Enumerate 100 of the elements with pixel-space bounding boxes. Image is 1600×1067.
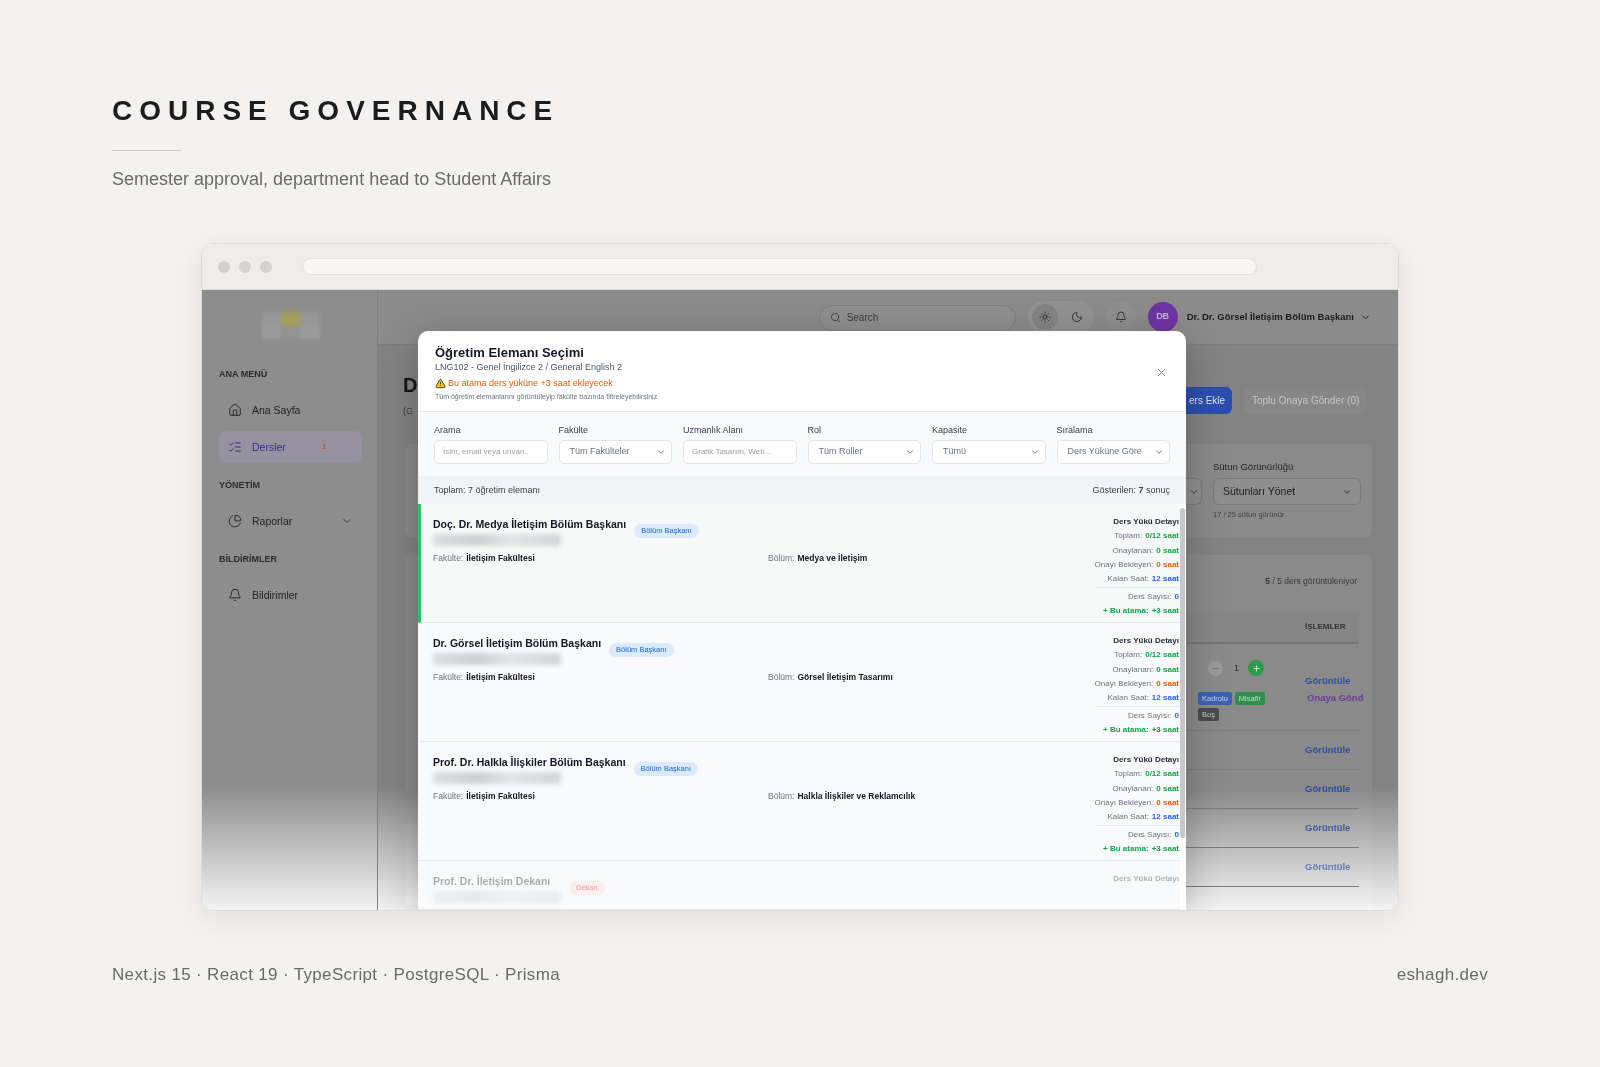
instructor-name: Doç. Dr. Medya İletişim Bölüm Başkanı bbox=[433, 516, 627, 531]
load-value: 0 bbox=[1174, 591, 1179, 602]
instructor-name: Prof. Dr. Halkla İlişkiler Bölüm Başkanı bbox=[433, 754, 626, 769]
load-label: Onaylanan: bbox=[1112, 783, 1154, 794]
search-field[interactable]: Search bbox=[818, 304, 1016, 331]
load-value: 0/12 saat bbox=[1145, 649, 1179, 660]
detail-value: İletişim Fakültesi bbox=[466, 670, 535, 683]
load-label: Toplam: bbox=[1114, 768, 1143, 779]
shown-count: Gösterilen: 7 sonuç bbox=[1092, 483, 1170, 496]
page-heading: D bbox=[403, 373, 418, 398]
filter-label: Arama bbox=[434, 423, 462, 436]
dropdown[interactable]: Tüm Fakülteler bbox=[558, 439, 672, 464]
load-value: 0 saat bbox=[1156, 664, 1179, 675]
warning-text: Bu atama ders yüküne +3 saat ekleyecek bbox=[448, 377, 613, 389]
load-value: 0/12 saat bbox=[1145, 530, 1179, 541]
load-value: +3 saat bbox=[1151, 605, 1179, 616]
load-value: 0 bbox=[1174, 710, 1179, 721]
load-title: Ders Yükü Detayı bbox=[1113, 754, 1179, 765]
load-value: 0 saat bbox=[1156, 783, 1179, 794]
pie-chart-icon bbox=[228, 513, 242, 528]
blurred-logo bbox=[261, 312, 320, 339]
moon-icon bbox=[1070, 311, 1083, 323]
dropdown[interactable] bbox=[1186, 478, 1202, 505]
detail-label: Bölüm: bbox=[768, 789, 795, 802]
user-avatar: DB bbox=[1147, 302, 1178, 332]
detail-value: İletişim Fakültesi bbox=[466, 789, 535, 802]
detail-label: Bölüm: bbox=[768, 670, 795, 683]
filter-label: Rol bbox=[807, 423, 822, 436]
load-label: Kalan Saat: bbox=[1107, 811, 1149, 822]
instructor-row[interactable] bbox=[418, 622, 1180, 742]
load-label: Kalan Saat: bbox=[1107, 692, 1149, 703]
dropdown[interactable]: Tüm Roller bbox=[807, 439, 921, 464]
sidebar-item[interactable]: Raporlar bbox=[219, 505, 362, 536]
dropdown[interactable]: Tümü bbox=[932, 439, 1046, 464]
load-label: Onaylanan: bbox=[1112, 545, 1154, 556]
increment-button[interactable] bbox=[1248, 660, 1264, 676]
load-title: Ders Yükü Detayı bbox=[1113, 516, 1179, 527]
result-count: 5 / 5 ders görüntüleniyor bbox=[1265, 575, 1357, 587]
load-value: +3 saat bbox=[1151, 843, 1179, 854]
detail-label: Fakülte: bbox=[433, 670, 464, 683]
load-label: Ders Sayısı: bbox=[1127, 710, 1172, 721]
load-label: Onaylanan: bbox=[1112, 664, 1154, 675]
page-title: COURSE GOVERNANCE bbox=[112, 97, 560, 125]
dropdown[interactable]: Sütunları Yönet bbox=[1213, 478, 1361, 505]
load-label: Kalan Saat: bbox=[1107, 573, 1149, 584]
detail-label: Fakülte: bbox=[433, 551, 464, 564]
user-menu-button[interactable]: Dr. Dr. Görsel İletişim Bölüm Başkanı bbox=[1186, 309, 1371, 325]
theme-button[interactable] bbox=[1031, 304, 1058, 330]
sidebar-item[interactable]: Bildirimler bbox=[219, 579, 362, 610]
instructor-row[interactable] bbox=[418, 741, 1180, 861]
load-value: 12 saat bbox=[1151, 573, 1179, 584]
field-label: Sütun Görünürlüğü bbox=[1213, 461, 1295, 473]
search-icon bbox=[829, 311, 841, 323]
instructor-name: Dr. Görsel İletişim Bölüm Başkanı bbox=[433, 635, 602, 650]
home-icon bbox=[228, 402, 242, 417]
section-heading: BİLDİRİMLER bbox=[219, 553, 278, 565]
action-button[interactable]: ers Ekle bbox=[1186, 387, 1232, 414]
load-label: Onayı Bekleyen: bbox=[1094, 678, 1154, 689]
filter-label: Uzmanlık Alanı bbox=[683, 423, 745, 436]
load-label: Onayı Bekleyen: bbox=[1094, 797, 1154, 808]
load-label: Onayı Bekleyen: bbox=[1094, 559, 1154, 570]
load-value: 0 bbox=[1174, 829, 1179, 840]
load-value: 0/12 saat bbox=[1145, 768, 1179, 779]
load-value: 0 saat bbox=[1156, 559, 1179, 570]
sidebar-item[interactable]: Dersler 1 bbox=[219, 431, 362, 462]
load-title: Ders Yükü Detayı bbox=[1113, 873, 1179, 884]
sun-icon bbox=[1038, 311, 1051, 323]
plus-icon bbox=[1251, 663, 1261, 673]
text-input[interactable]: Grafik Tasarım, Web... bbox=[683, 439, 797, 464]
scrollbar[interactable] bbox=[1180, 507, 1185, 838]
detail-label: Fakülte: bbox=[433, 789, 464, 802]
warning-icon bbox=[435, 377, 446, 389]
load-label: Toplam: bbox=[1114, 530, 1143, 541]
load-label: + Bu atama: bbox=[1103, 605, 1149, 616]
decrement-button[interactable] bbox=[1208, 660, 1223, 676]
load-value: 12 saat bbox=[1151, 692, 1179, 703]
section-heading: ANA MENÜ bbox=[219, 368, 269, 380]
action-link[interactable]: Görüntüle bbox=[1305, 861, 1351, 873]
detail-value: İletişim Fakültesi bbox=[466, 551, 535, 564]
tech-stack: Next.js 15 · React 19 · TypeScript · PostgreSQL · Prisma bbox=[112, 964, 560, 986]
dropdown[interactable]: Ders Yüküne Göre bbox=[1056, 439, 1170, 464]
total-count: Toplam: 7 öğretim elemanı bbox=[434, 483, 541, 496]
filter-label: Kapasite bbox=[932, 423, 969, 436]
load-label: Ders Sayısı: bbox=[1127, 829, 1172, 840]
bell-icon bbox=[228, 587, 242, 602]
quantity-value: 1 bbox=[1234, 662, 1239, 674]
page-subtitle: Semester approval, department head to Student Affairs bbox=[112, 168, 551, 191]
load-value: +3 saat bbox=[1151, 724, 1179, 735]
detail-value: Medya ve İletişim bbox=[797, 551, 868, 564]
instructor-name: Prof. Dr. İletişim Dekanı bbox=[433, 873, 552, 888]
action-link[interactable]: Görüntüle bbox=[1305, 822, 1351, 834]
detail-value: Görsel İletişim Tasarımı bbox=[797, 670, 893, 683]
column-header: İŞLEMLER bbox=[1305, 621, 1346, 632]
load-label: Ders Sayısı: bbox=[1127, 591, 1172, 602]
load-label: Toplam: bbox=[1114, 649, 1143, 660]
sidebar-item[interactable]: Ana Sayfa bbox=[219, 394, 362, 425]
bell-icon bbox=[1114, 311, 1127, 323]
instructor-row[interactable] bbox=[418, 503, 1180, 623]
text-input[interactable]: İsim, email veya unvan.. bbox=[434, 439, 548, 464]
load-value: 0 saat bbox=[1156, 797, 1179, 808]
